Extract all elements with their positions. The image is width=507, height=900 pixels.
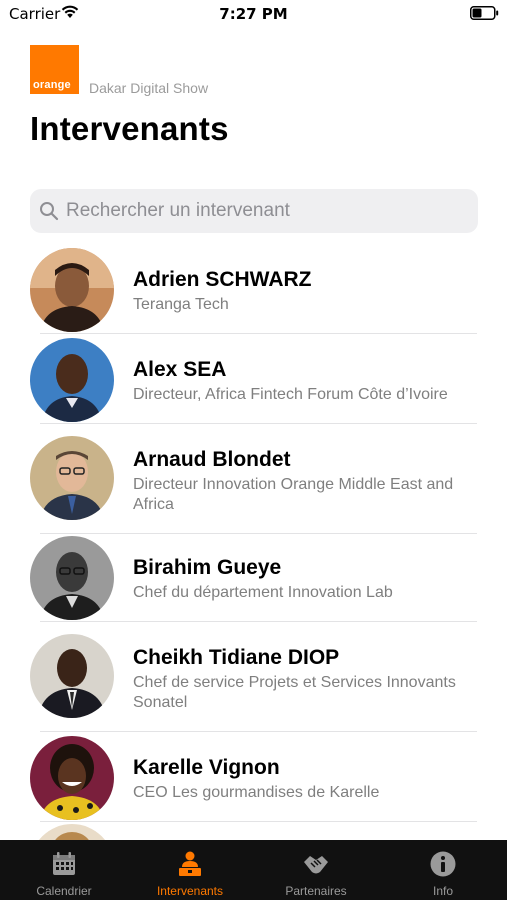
battery-icon [470,6,499,20]
handshake-icon [304,856,328,874]
event-name: Dakar Digital Show [89,80,209,96]
speaker-row-arnaud-blondet[interactable]: Arnaud Blondet Directeur Innovation Oran… [0,424,507,534]
speaker-role: Chef du département Innovation Lab [133,584,393,601]
tab-label: Calendrier [36,884,92,898]
speaker-row-adrien-schwarz[interactable]: Adrien SCHWARZ Teranga Tech [0,246,507,334]
speaker-role: CEO Les gourmandises de Karelle [133,784,380,801]
avatar [30,436,114,520]
speaker-name: Arnaud Blondet [133,448,291,471]
avatar [30,338,114,422]
tab-info[interactable]: Info [393,840,493,900]
info-icon [430,851,456,877]
search-bar[interactable] [30,189,478,233]
avatar [30,248,114,332]
speakers-screen: Carrier 7:27 PM orange Dakar Digital Sho… [0,0,507,900]
speaker-name: Adrien SCHWARZ [133,268,312,291]
tab-partenaires[interactable]: Partenaires [266,840,366,900]
tab-calendrier[interactable]: Calendrier [14,840,114,900]
search-icon [40,202,59,221]
speaker-name: Karelle Vignon [133,756,280,779]
tab-bar: Calendrier Intervenants Partenaires Info [0,840,507,900]
tab-label: Info [432,884,453,898]
speaker-row-alex-sea[interactable]: Alex SEA Directeur, Africa Fintech Forum… [0,334,507,424]
tab-label: Intervenants [156,884,224,898]
speaker-name: Alex SEA [133,358,227,381]
logo-text: orange [33,79,71,91]
search-input[interactable] [66,189,466,233]
speaker-row-karelle-vignon[interactable]: Karelle Vignon CEO Les gourmandises de K… [0,732,507,822]
status-time: 7:27 PM [219,5,288,23]
status-bar: Carrier 7:27 PM [0,0,507,28]
speaker-role: Chef de service Projets et Services Inno… [133,674,456,711]
speaker-role: Directeur Innovation Orange Middle East … [133,476,454,513]
row-divider [40,821,477,822]
speaker-row-cheikh-tidiane-diop[interactable]: Cheikh Tidiane DIOP Chef de service Proj… [0,622,507,732]
speaker-icon [179,851,201,876]
avatar [30,634,114,718]
avatar [30,736,114,820]
tab-label: Partenaires [285,884,347,898]
calendar-icon [53,852,75,875]
avatar [30,536,114,620]
speaker-name: Cheikh Tidiane DIOP [133,646,340,669]
speaker-row-birahim-gueye[interactable]: Birahim Gueye Chef du département Innova… [0,534,507,622]
page-title: Intervenants [30,110,229,147]
speaker-name: Birahim Gueye [133,556,282,579]
tab-intervenants[interactable]: Intervenants [140,840,240,900]
orange-logo: orange [30,45,79,94]
speaker-role: Directeur, Africa Fintech Forum Côte d’I… [133,386,448,403]
speaker-role: Teranga Tech [133,296,229,313]
